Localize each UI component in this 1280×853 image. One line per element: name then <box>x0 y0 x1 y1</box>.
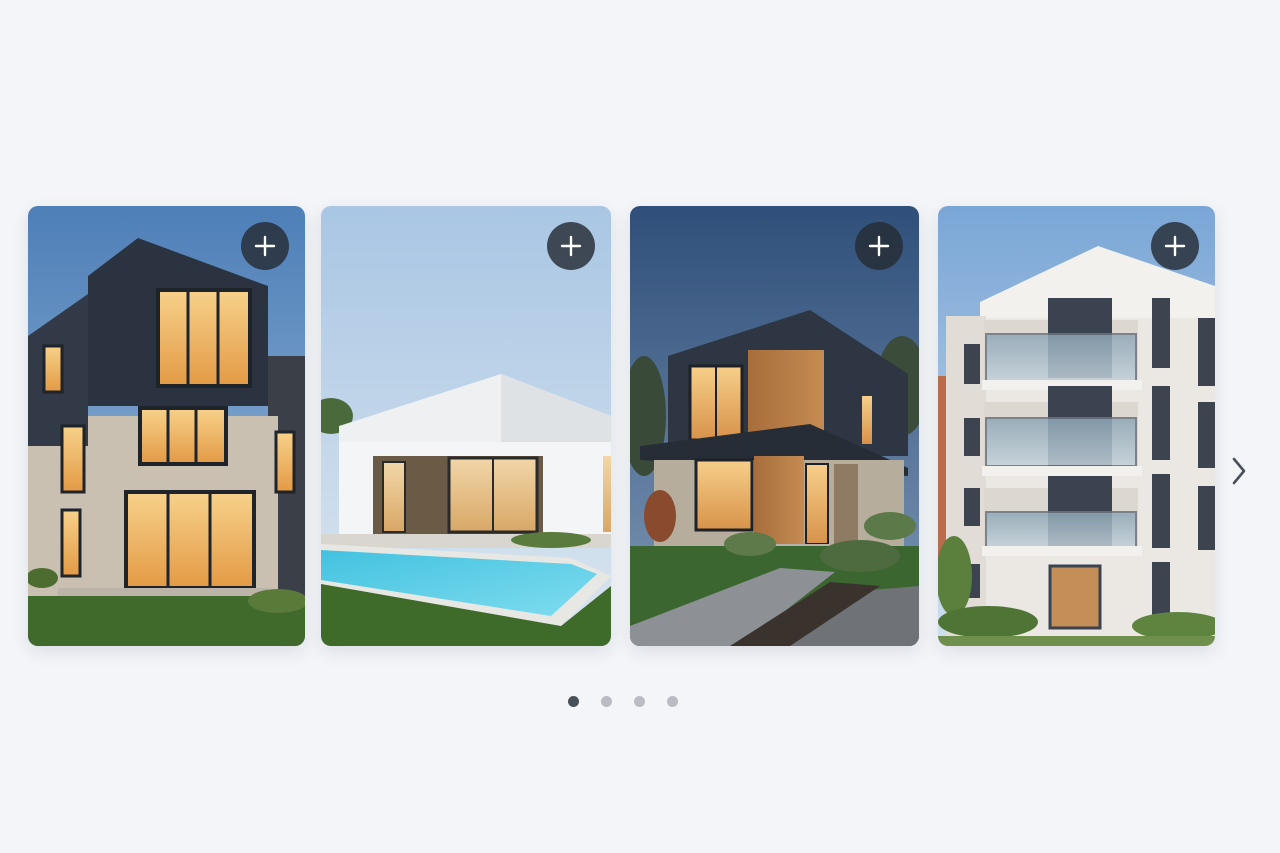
house-card-4[interactable] <box>938 206 1215 646</box>
plus-icon <box>1164 235 1186 257</box>
plus-icon <box>560 235 582 257</box>
house-image-2 <box>321 206 611 646</box>
add-button[interactable] <box>855 222 903 270</box>
pagination-dot-1[interactable] <box>568 696 579 707</box>
carousel <box>0 0 1280 853</box>
pagination-dots <box>568 696 678 707</box>
chevron-right-icon <box>1232 457 1246 485</box>
add-button[interactable] <box>241 222 289 270</box>
add-button[interactable] <box>1151 222 1199 270</box>
pagination-dot-2[interactable] <box>601 696 612 707</box>
add-button[interactable] <box>547 222 595 270</box>
house-image-1 <box>28 206 305 646</box>
pagination-dot-3[interactable] <box>634 696 645 707</box>
house-card-1[interactable] <box>28 206 305 646</box>
house-image-3 <box>630 206 919 646</box>
pagination-dot-4[interactable] <box>667 696 678 707</box>
next-button[interactable] <box>1222 448 1256 494</box>
plus-icon <box>254 235 276 257</box>
house-image-4 <box>938 206 1215 646</box>
house-card-3[interactable] <box>630 206 919 646</box>
house-card-2[interactable] <box>321 206 611 646</box>
plus-icon <box>868 235 890 257</box>
